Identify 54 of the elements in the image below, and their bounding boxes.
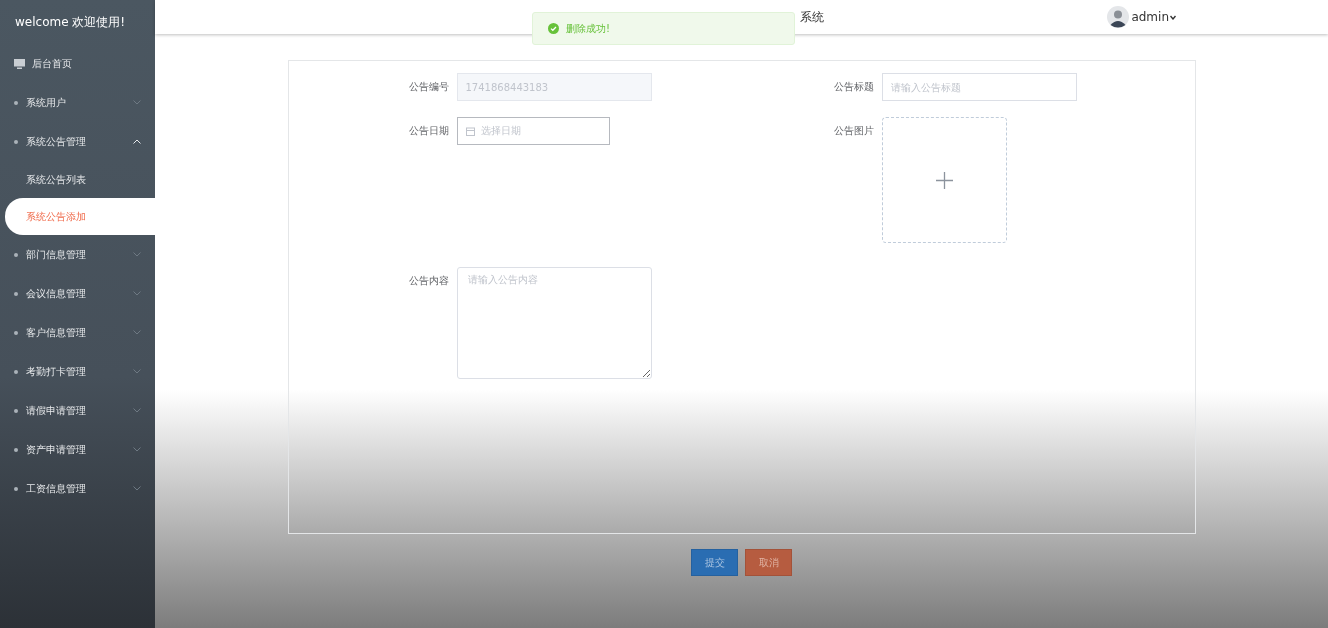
bullet-icon <box>14 486 18 491</box>
nav-group[interactable]: 客户信息管理 <box>0 313 155 352</box>
nav-label: 后台首页 <box>32 56 73 71</box>
bullet-icon <box>14 100 18 105</box>
nav-label: 工资信息管理 <box>26 481 87 496</box>
nav-group[interactable]: 部门信息管理 <box>0 235 155 274</box>
app-title: 系统 <box>800 9 824 26</box>
chevron-icon <box>133 369 141 374</box>
bullet-icon <box>14 252 18 257</box>
check-circle-icon <box>548 23 559 34</box>
nav-label: 部门信息管理 <box>26 247 87 262</box>
chevron-icon <box>133 330 141 335</box>
toast-message: 删除成功! <box>566 21 610 36</box>
nav-group[interactable]: 系统用户 <box>0 83 155 122</box>
nav-item[interactable]: 后台首页 <box>0 44 155 83</box>
chevron-icon <box>133 252 141 257</box>
nav-label: 请假申请管理 <box>26 403 87 418</box>
nav-label: 客户信息管理 <box>26 325 87 340</box>
nav-subitem[interactable]: 系统公告列表 <box>0 161 155 198</box>
welcome-text: welcome 欢迎使用! <box>14 14 127 31</box>
avatar-icon <box>1107 6 1130 28</box>
nav-group[interactable]: 系统公告管理 <box>0 122 155 161</box>
bullet-icon <box>14 139 18 144</box>
chevron-icon <box>133 291 141 296</box>
chevron-icon <box>133 408 141 413</box>
nav-label: 资产申请管理 <box>26 442 87 457</box>
nav-group[interactable]: 工资信息管理 <box>0 469 155 508</box>
bullet-icon <box>14 369 18 374</box>
bullet-icon <box>14 330 18 335</box>
nav-label: 系统用户 <box>26 95 67 110</box>
nav-group[interactable]: 考勤打卡管理 <box>0 352 155 391</box>
nav-group[interactable]: 会议信息管理 <box>0 274 155 313</box>
nav-group[interactable]: 请假申请管理 <box>0 391 155 430</box>
field-label: 公告图片 <box>832 124 874 138</box>
caret-icon[interactable] <box>1170 14 1176 20</box>
chevron-icon <box>133 486 141 491</box>
bullet-icon <box>14 447 18 452</box>
field-label: 公告内容 <box>407 274 449 288</box>
bullet-icon <box>14 291 18 296</box>
user-name[interactable]: admin <box>1131 10 1169 24</box>
monitor-icon <box>14 58 25 69</box>
plus-icon <box>935 171 953 189</box>
nav-label: 会议信息管理 <box>26 286 87 301</box>
chevron-icon <box>133 139 141 144</box>
chevron-icon <box>133 100 141 105</box>
chevron-icon <box>133 447 141 452</box>
nav-group[interactable]: 资产申请管理 <box>0 430 155 469</box>
field-label: 公告编号 <box>407 80 449 94</box>
field-label: 公告标题 <box>832 80 874 94</box>
bullet-icon <box>14 408 18 413</box>
calendar-icon <box>465 126 475 136</box>
field-label: 公告日期 <box>407 124 449 138</box>
nav-label: 系统公告管理 <box>26 134 87 149</box>
nav-label: 考勤打卡管理 <box>26 364 87 379</box>
